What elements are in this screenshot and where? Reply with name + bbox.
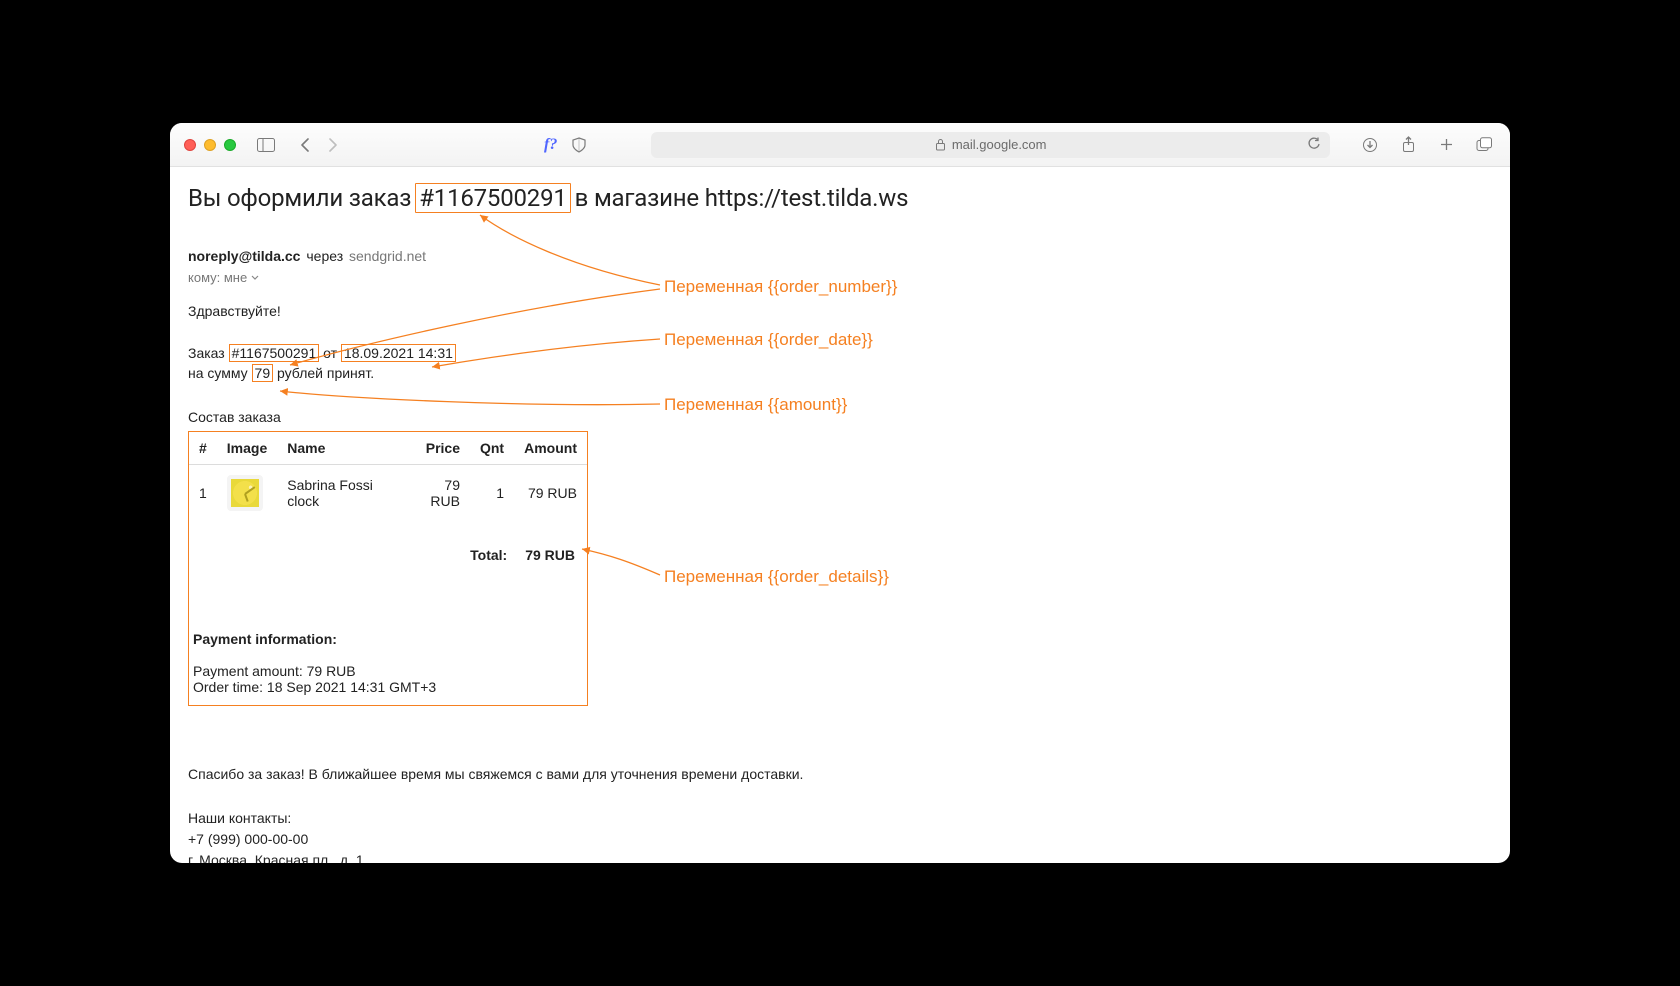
order-items-table: # Image Name Price Qnt Amount 1 Sabrina … <box>189 432 587 521</box>
back-button[interactable] <box>294 133 318 157</box>
chevron-down-icon <box>251 275 259 281</box>
col-index: # <box>189 432 217 465</box>
browser-window: f? mail.google.com <box>170 123 1510 863</box>
email-to-row[interactable]: кому: мне <box>188 269 1492 287</box>
email-via-label: через <box>306 248 343 264</box>
order-number-value: #1167500291 <box>229 344 320 362</box>
annotation-order-details: Переменная {{order_details}} <box>664 567 889 587</box>
product-amount: 79 RUB <box>514 464 587 521</box>
product-thumbnail <box>227 475 263 511</box>
address-bar-text: mail.google.com <box>952 137 1047 152</box>
lock-icon <box>935 138 946 151</box>
greeting-line: Здравствуйте! <box>188 303 1492 319</box>
email-via-host: sendgrid.net <box>349 248 426 264</box>
col-name: Name <box>277 432 404 465</box>
reload-icon[interactable] <box>1307 136 1322 151</box>
email-subject: Вы оформили заказ #1167500291 в магазине… <box>188 183 1492 213</box>
contacts-block: Наши контакты: +7 (999) 000-00-00 г. Мос… <box>188 808 1492 863</box>
close-icon[interactable] <box>184 139 196 151</box>
tabs-overview-icon[interactable] <box>1472 133 1496 157</box>
col-amount: Amount <box>514 432 587 465</box>
col-price: Price <box>404 432 470 465</box>
col-qnt: Qnt <box>470 432 514 465</box>
downloads-icon[interactable] <box>1358 133 1382 157</box>
product-qnt: 1 <box>470 464 514 521</box>
order-details-box: # Image Name Price Qnt Amount 1 Sabrina … <box>188 431 588 706</box>
table-row: 1 Sabrina Fossi clock 79 RUB 1 79 RUB <box>189 464 587 521</box>
sidebar-toggle-icon[interactable] <box>254 133 278 157</box>
thanks-line: Спасибо за заказ! В ближайшее время мы с… <box>188 766 1492 782</box>
product-price: 79 RUB <box>404 464 470 521</box>
order-line: Заказ #1167500291 от 18.09.2021 14:31 <box>188 345 1492 361</box>
minimize-icon[interactable] <box>204 139 216 151</box>
order-amount-value: 79 <box>252 364 274 382</box>
col-image: Image <box>217 432 277 465</box>
window-traffic-lights <box>184 139 236 151</box>
product-name: Sabrina Fossi clock <box>277 464 404 521</box>
payment-info: Payment information: Payment amount: 79 … <box>189 567 587 695</box>
share-icon[interactable] <box>1396 133 1420 157</box>
email-from: noreply@tilda.cc <box>188 248 300 264</box>
privacy-shield-icon[interactable] <box>567 133 591 157</box>
order-contents-title: Состав заказа <box>188 409 1492 425</box>
forward-button[interactable] <box>320 133 344 157</box>
maximize-icon[interactable] <box>224 139 236 151</box>
email-content: Вы оформили заказ #1167500291 в магазине… <box>170 167 1510 863</box>
order-date-value: 18.09.2021 14:31 <box>341 344 456 362</box>
new-tab-icon[interactable] <box>1434 133 1458 157</box>
address-bar[interactable]: mail.google.com <box>651 132 1330 158</box>
sum-line: на сумму 79 рублей принят. <box>188 365 1492 381</box>
browser-toolbar: f? mail.google.com <box>170 123 1510 167</box>
reader-mode-icon[interactable]: f? <box>544 136 557 154</box>
order-total-row: Total: 79 RUB <box>189 521 587 567</box>
subject-order-number: #1167500291 <box>415 183 570 213</box>
